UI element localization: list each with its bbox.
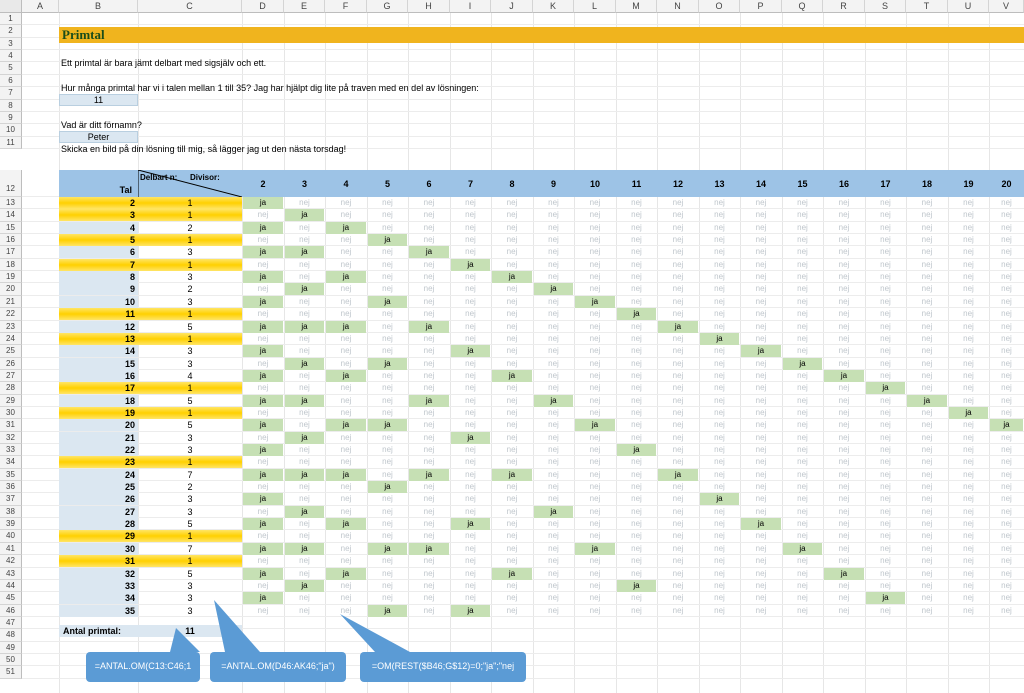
callout-pointers bbox=[170, 600, 410, 652]
spreadsheet: ABCDEFGHIJKLMNOPQRSTUV 1 2 3 4 5 6 7 8 9 10 11 12 13… bbox=[0, 0, 1024, 693]
callout-if-formula: =OM(REST($B46;G$12)=0;"ja";"nej bbox=[360, 652, 526, 682]
callout-countif-formula: =ANTAL.OM(D46:AK46;"ja") bbox=[210, 652, 346, 682]
callout-count-formula: =ANTAL.OM(C13:C46;1 bbox=[86, 652, 200, 682]
